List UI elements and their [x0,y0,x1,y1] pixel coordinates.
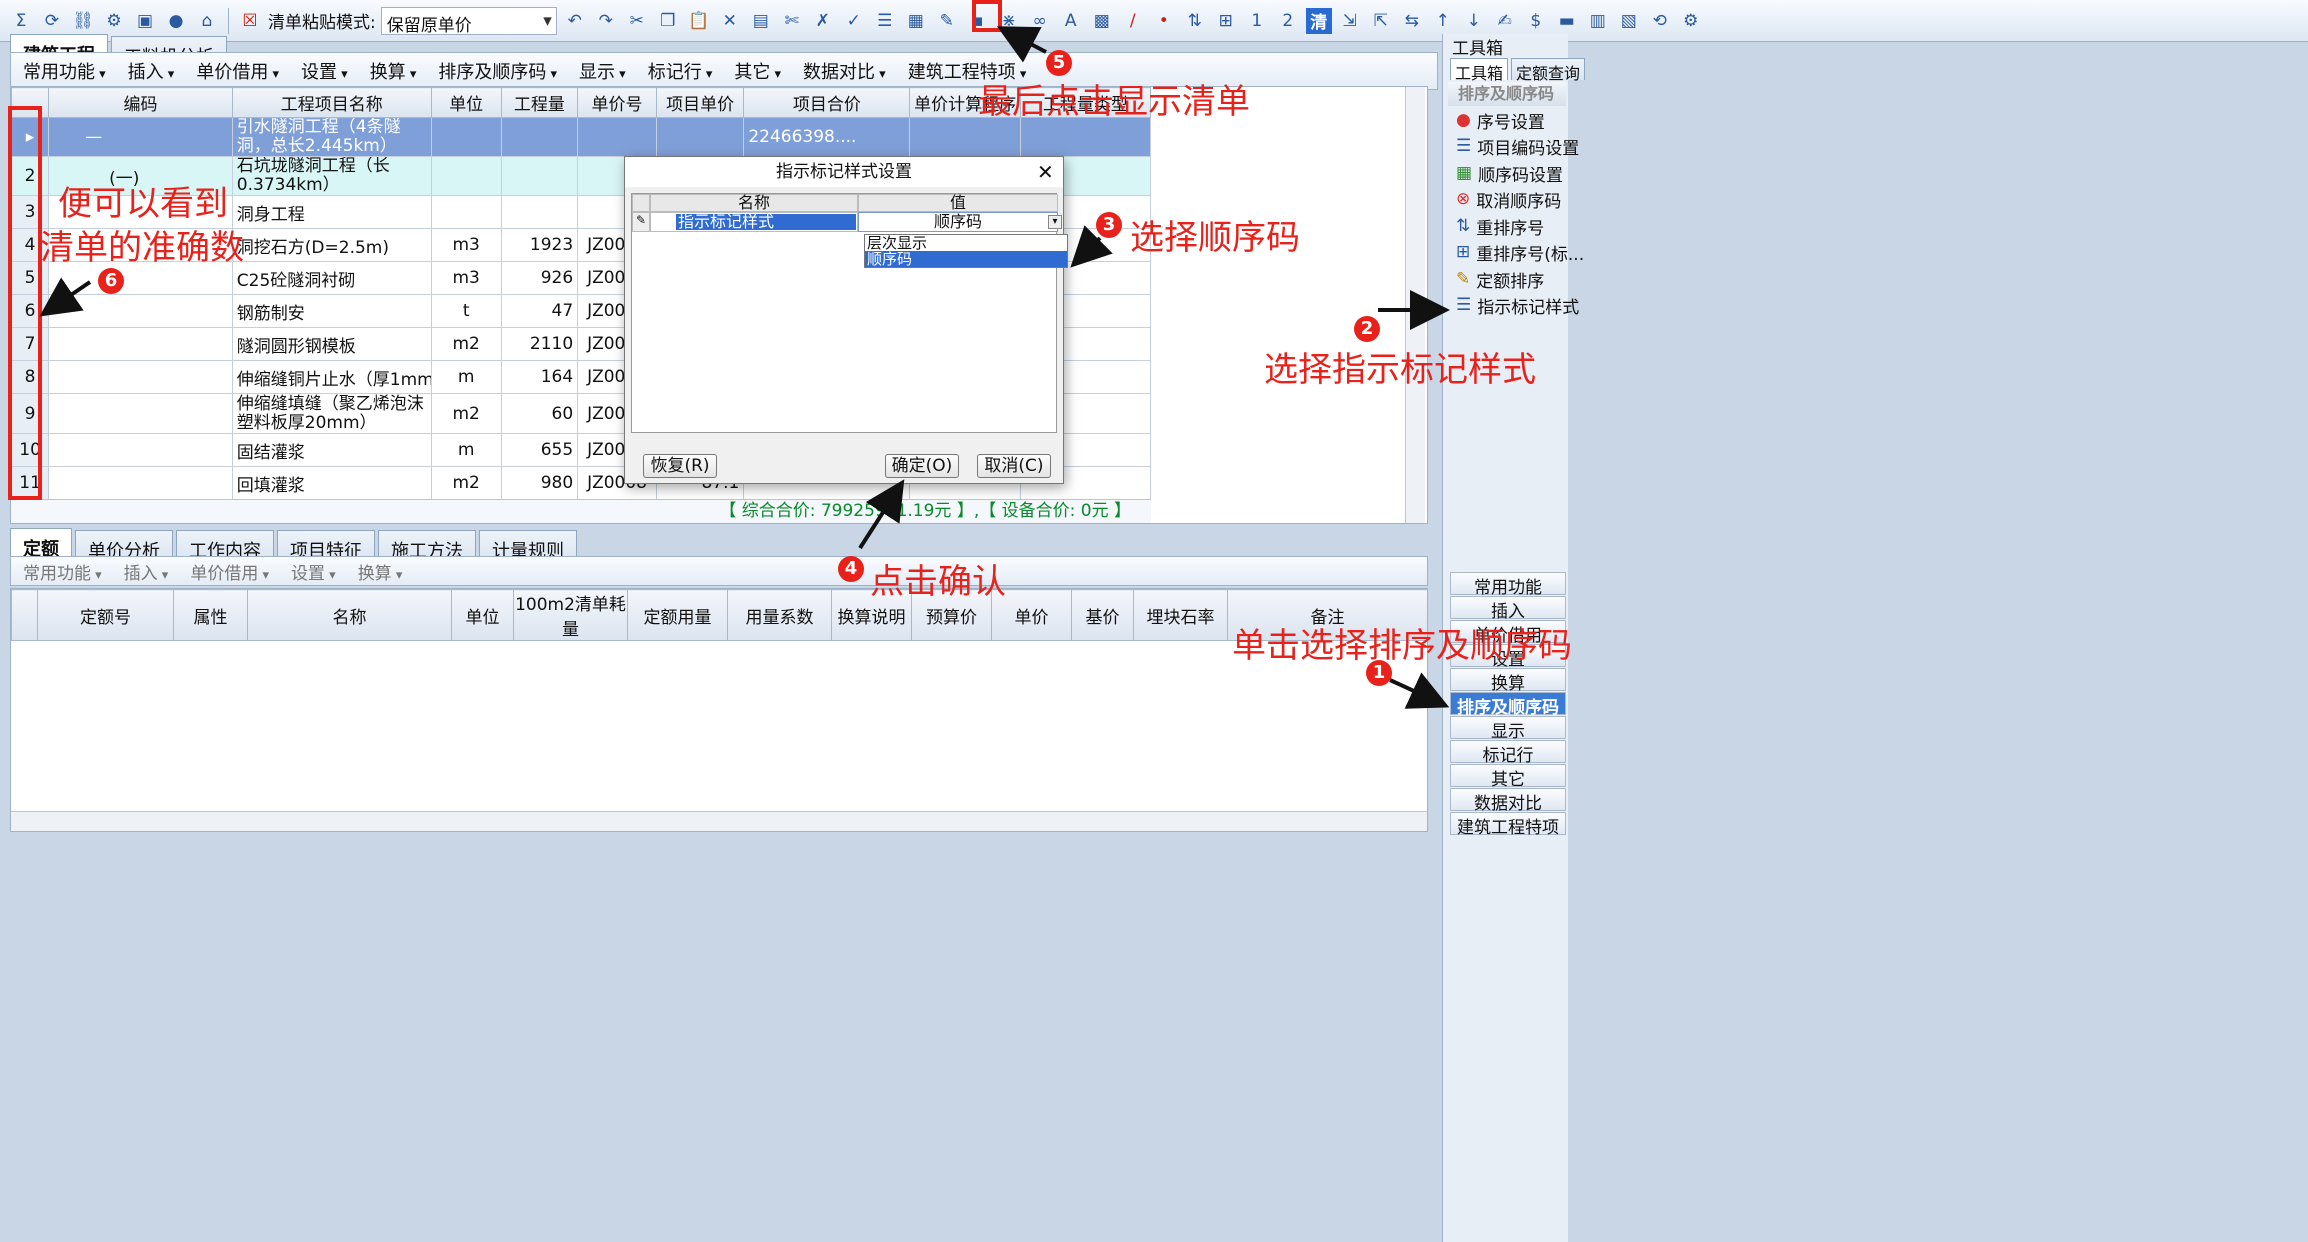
step3-badge: 3 [1096,212,1122,238]
arrow-3 [1070,225,1113,268]
annotation-step4: 点击确认 [870,562,1006,602]
step2-badge: 2 [1354,316,1380,342]
step4-badge: 4 [838,556,864,582]
annotation-step6-line1: 便可以看到 [58,184,228,224]
arrow-5 [996,26,1047,63]
step1-badge: 1 [1366,660,1392,686]
arrow-4 [858,479,905,550]
annotation-step5: 最后点击显示清单 [978,82,1250,122]
annotation-step3: 选择顺序码 [1130,218,1300,258]
annotation-step2: 选择指示标记样式 [1264,350,1536,390]
step5-badge: 5 [1046,50,1072,76]
annotation-step6-line2: 清单的准确数 [40,228,244,268]
annotation-arrows [39,26,1450,709]
arrow-1 [1389,672,1450,709]
step6-badge: 6 [98,268,124,294]
annotation-step1: 单击选择排序及顺序码 [1232,626,1572,666]
arrow-6 [39,277,92,317]
